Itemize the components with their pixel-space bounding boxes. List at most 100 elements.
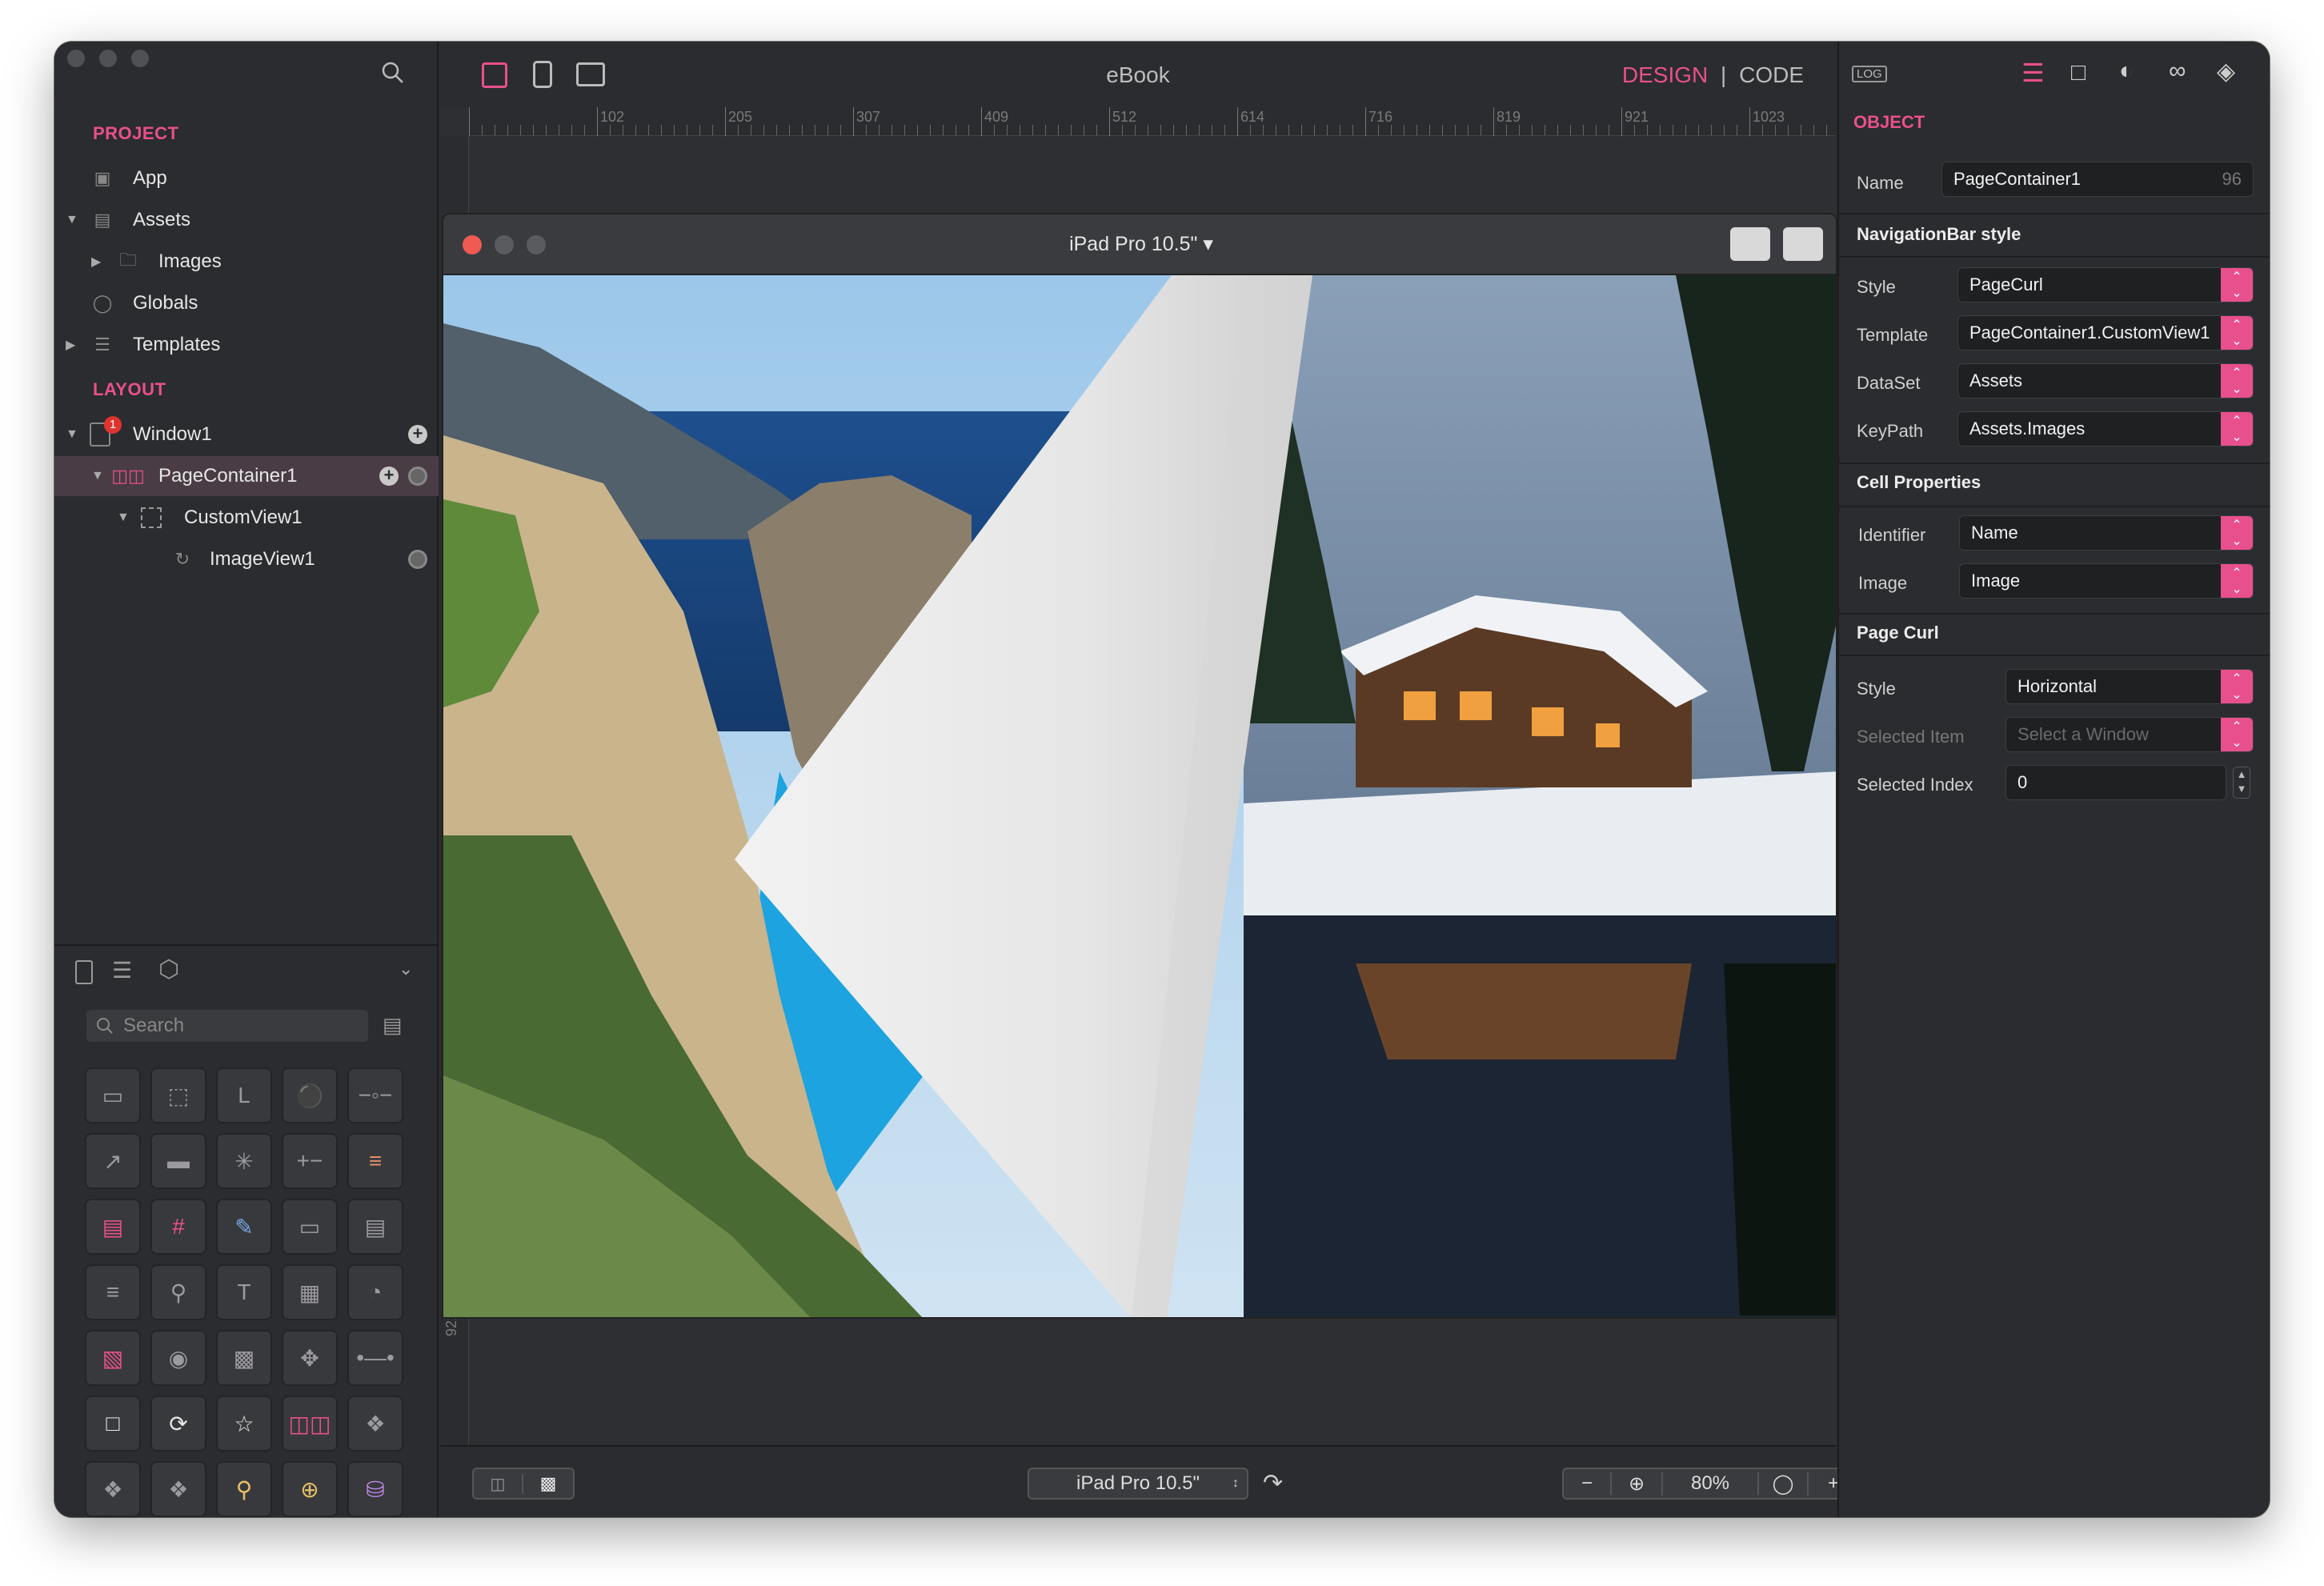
pen-component-icon[interactable]: ✎ xyxy=(216,1199,272,1255)
selected-index-field[interactable]: 0 xyxy=(2005,765,2226,800)
webview-component-icon[interactable]: ▦ xyxy=(282,1264,338,1320)
chevron-down-icon[interactable]: ⌄ xyxy=(399,959,413,979)
device-title[interactable]: iPad Pro 10.5" ▾ xyxy=(443,232,1839,256)
add-child-button[interactable]: + xyxy=(379,467,399,486)
tree-item-imageview1[interactable]: ↻ ImageView1 xyxy=(54,539,439,579)
tree-item-globals[interactable]: ◯ Globals xyxy=(54,283,439,323)
layers-component-icon[interactable]: ❖ xyxy=(347,1396,403,1452)
identifier-select[interactable]: Name ⌃ ⌄ xyxy=(1959,515,2254,551)
type-component-icon[interactable]: T xyxy=(216,1264,272,1320)
tree-item-app[interactable]: ▣ App xyxy=(54,158,439,198)
disclosure-collapsed-icon[interactable]: ▶ xyxy=(91,254,101,270)
close-window-button[interactable] xyxy=(67,50,85,67)
slider-component-icon[interactable]: −◦− xyxy=(347,1067,403,1123)
name-field[interactable]: PageContainer1 96 xyxy=(1941,162,2254,197)
activity-component-icon[interactable]: ✳ xyxy=(216,1133,272,1189)
rotate-device-icon[interactable] xyxy=(1783,227,1823,261)
tree-item-images[interactable]: ▶ 🗀 Images xyxy=(54,242,439,282)
link-inspector-icon[interactable]: ∞ xyxy=(2169,58,2186,85)
stack-component-icon[interactable]: ❖ xyxy=(85,1461,141,1517)
tree-item-pagecontainer1[interactable]: ▼ ◫◫ PageContainer1 + xyxy=(54,456,439,496)
layout-section-label: LAYOUT xyxy=(93,379,166,399)
graph-component-icon[interactable]: ✥ xyxy=(282,1330,338,1386)
zoom-fit-icon[interactable]: ⊕ xyxy=(1612,1472,1663,1496)
landscape-layout-icon[interactable]: ▩ xyxy=(523,1473,573,1494)
visibility-toggle[interactable] xyxy=(408,550,427,569)
list-library-icon[interactable]: ☰ xyxy=(112,957,132,983)
database-component-icon[interactable]: ⛁ xyxy=(347,1461,403,1517)
stepper-component-icon[interactable]: +− xyxy=(282,1133,338,1189)
disclosure-collapsed-icon[interactable]: ▶ xyxy=(66,337,75,353)
video-component-icon[interactable]: ▩ xyxy=(216,1330,272,1386)
text-component-icon[interactable]: ≡ xyxy=(85,1264,141,1320)
log-button[interactable]: LOG xyxy=(1852,66,1887,82)
keypath-select[interactable]: Assets.Images ⌃ ⌄ xyxy=(1957,411,2254,447)
portrait-toggle-icon[interactable] xyxy=(1730,227,1770,261)
library-search-input[interactable]: Search xyxy=(86,1010,368,1042)
tree-item-templates[interactable]: ▶ ☰ Templates xyxy=(54,325,439,365)
object-list-icon[interactable]: ☰ xyxy=(2021,58,2045,88)
selected-item-select[interactable]: Select a Window ⌃ ⌄ xyxy=(2005,717,2254,752)
rotate-component-icon[interactable]: ⟳ xyxy=(150,1396,206,1452)
toggle-component-icon[interactable]: ⚫ xyxy=(282,1067,338,1123)
connector-component-icon[interactable]: •—• xyxy=(347,1330,403,1386)
dataset-select[interactable]: Assets ⌃ ⌄ xyxy=(1957,363,2254,399)
chart-component-icon[interactable]: ◔ xyxy=(347,1264,403,1320)
chevron-updown-icon: ⌃ ⌄ xyxy=(2221,316,2253,350)
style-select[interactable]: PageCurl ⌃ ⌄ xyxy=(1957,267,2254,302)
search-icon[interactable] xyxy=(381,61,405,85)
image-component-icon[interactable]: ↗ xyxy=(85,1133,141,1189)
frame-component-icon[interactable]: □ xyxy=(85,1396,141,1452)
zoom-search-icon[interactable]: ◯ xyxy=(1759,1472,1809,1496)
carousel-component-icon[interactable]: ▧ xyxy=(85,1330,141,1386)
ruler-mark: 1023 xyxy=(1753,109,1785,125)
disclosure-expanded-icon[interactable]: ▼ xyxy=(66,427,78,442)
device-select[interactable]: iPad Pro 10.5" ↕ xyxy=(1028,1468,1248,1500)
ruler-mark: 307 xyxy=(856,109,881,125)
map-pin-component-icon[interactable]: ⚲ xyxy=(216,1461,272,1517)
textfield-component-icon[interactable]: ▭ xyxy=(282,1199,338,1255)
zoom-window-button[interactable] xyxy=(131,50,149,67)
minimize-window-button[interactable] xyxy=(99,50,117,67)
view-component-icon[interactable]: ⬚ xyxy=(150,1067,206,1123)
label-component-icon[interactable]: L xyxy=(216,1067,272,1123)
tree-item-customview1[interactable]: ▼ CustomView1 xyxy=(54,498,439,538)
index-stepper[interactable]: ▲ ▼ xyxy=(2233,767,2250,799)
disclosure-expanded-icon[interactable]: ▼ xyxy=(66,213,78,227)
tree-item-window1[interactable]: ▼ 1 Window1 + xyxy=(54,415,439,455)
disclosure-expanded-icon[interactable]: ▼ xyxy=(117,511,130,525)
ruler-mark: 205 xyxy=(728,109,753,125)
cube-library-icon[interactable]: ⬡ xyxy=(158,955,179,983)
style-inspector-icon[interactable]: ◐ xyxy=(2119,58,2134,85)
progress-component-icon[interactable]: ▬ xyxy=(150,1133,206,1189)
add-child-button[interactable]: + xyxy=(408,425,427,444)
stack2-component-icon[interactable]: ❖ xyxy=(150,1461,206,1517)
zoom-out-button[interactable]: − xyxy=(1564,1472,1612,1495)
pagecontainer-component-icon[interactable]: ◫◫ xyxy=(282,1396,338,1452)
rotate-icon[interactable]: ↷ xyxy=(1263,1469,1283,1497)
template-select[interactable]: PageContainer1.CustomView1 ⌃ ⌄ xyxy=(1957,315,2254,350)
star-component-icon[interactable]: ☆ xyxy=(216,1396,272,1452)
disclosure-expanded-icon[interactable]: ▼ xyxy=(91,469,104,483)
tree-item-assets[interactable]: ▼ ▤ Assets xyxy=(54,200,439,240)
design-tab[interactable]: DESIGN xyxy=(1622,62,1708,87)
grid-component-icon[interactable]: # xyxy=(150,1199,206,1255)
page-curl-preview-image[interactable] xyxy=(442,275,1837,1319)
button-component-icon[interactable]: ▭ xyxy=(85,1067,141,1123)
visibility-toggle[interactable] xyxy=(408,467,427,486)
device-library-icon[interactable] xyxy=(75,960,93,984)
table-component-icon[interactable]: ▤ xyxy=(85,1199,141,1255)
top-toolbar: eBook DESIGN | CODE xyxy=(440,42,1836,107)
frame-inspector-icon[interactable]: □ xyxy=(2071,59,2086,86)
image-select[interactable]: Image ⌃ ⌄ xyxy=(1959,563,2254,599)
portrait-layout-icon[interactable]: ◫ xyxy=(474,1473,523,1494)
separator-component-icon[interactable]: ≡ xyxy=(347,1133,403,1189)
search-component-icon[interactable]: ⚲ xyxy=(150,1264,206,1320)
curl-style-select[interactable]: Horizontal ⌃ ⌄ xyxy=(2005,669,2254,704)
orbit-component-icon[interactable]: ⊕ xyxy=(282,1461,338,1517)
code-tab[interactable]: CODE xyxy=(1739,62,1804,87)
segment-component-icon[interactable]: ▤ xyxy=(347,1199,403,1255)
camera-component-icon[interactable]: ◉ xyxy=(150,1330,206,1386)
list-view-icon[interactable]: ▤ xyxy=(383,1013,403,1038)
action-inspector-icon[interactable]: ◈ xyxy=(2217,58,2235,86)
